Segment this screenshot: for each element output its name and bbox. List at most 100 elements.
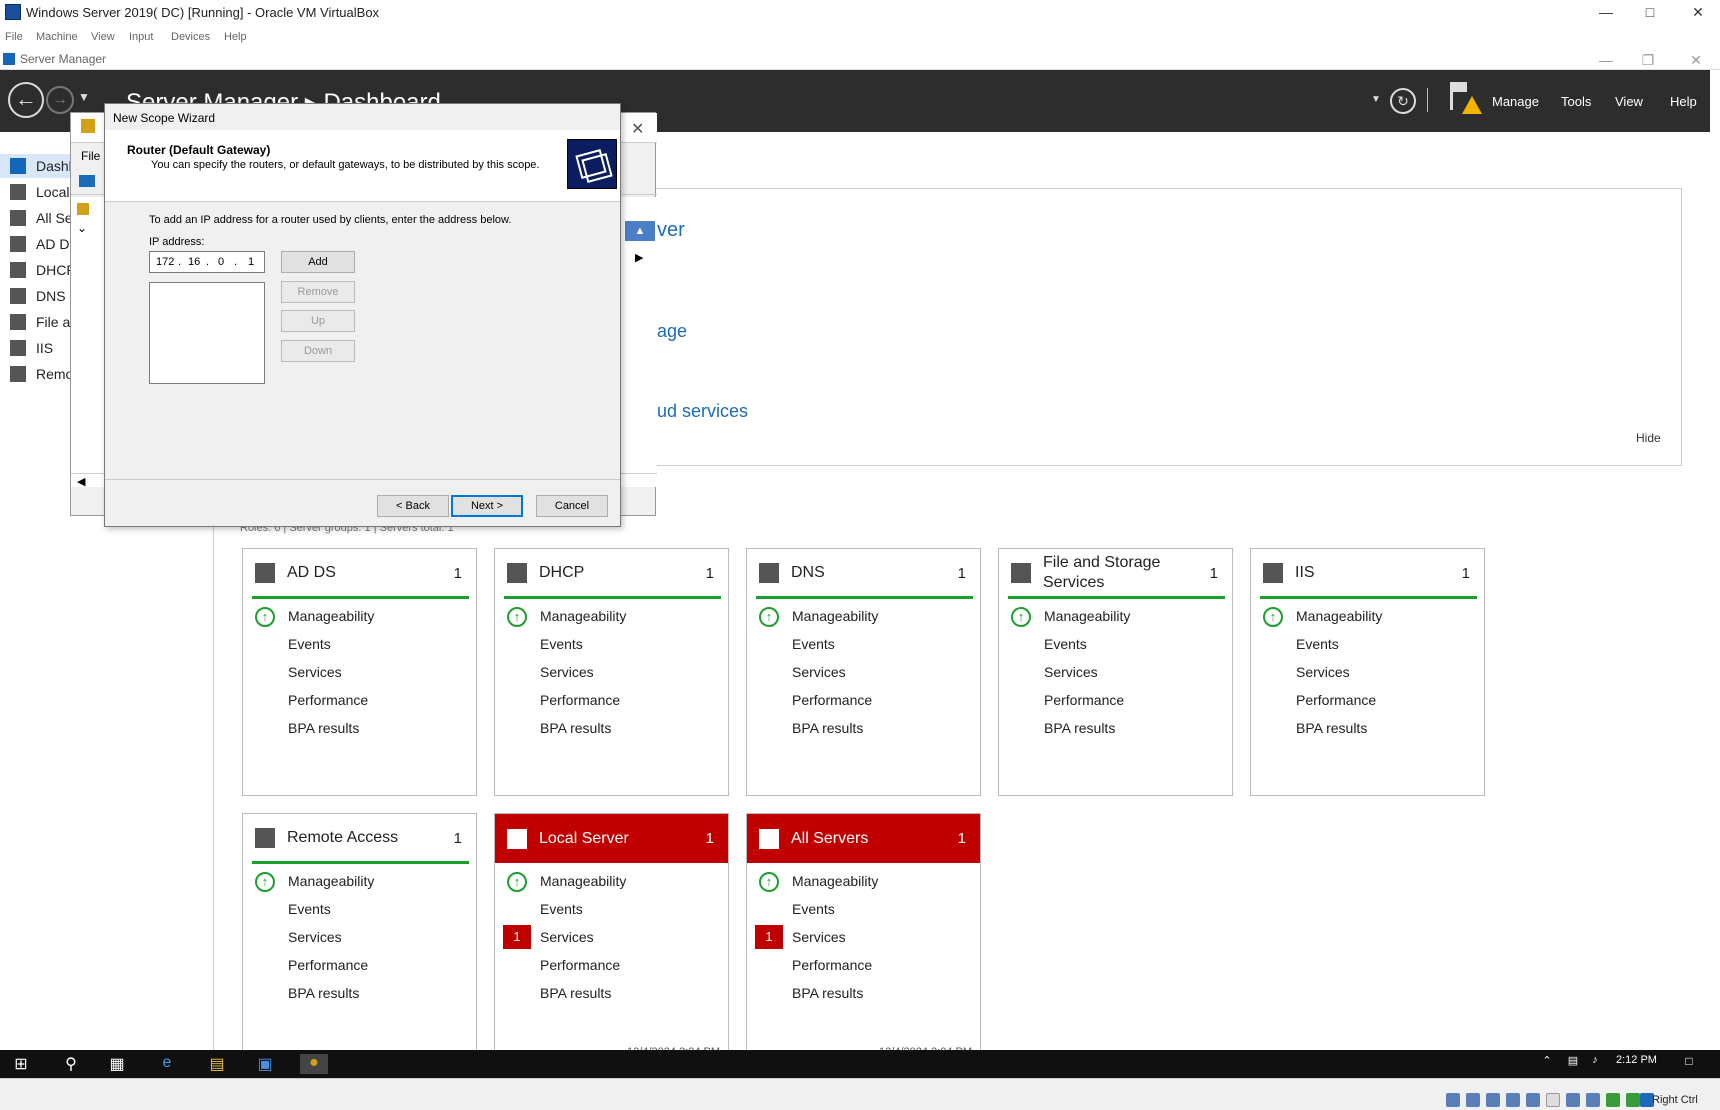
tile-dhcp[interactable]: DHCP 1 Manageability Events Services Performa… xyxy=(494,548,729,796)
tile-row-services[interactable]: Services xyxy=(288,929,342,945)
taskbar-clock[interactable]: 2:12 PM xyxy=(1616,1054,1657,1066)
hide-link[interactable]: Hide xyxy=(1636,431,1661,445)
tile-row-events[interactable]: Events xyxy=(792,636,835,652)
optical-drive-icon[interactable] xyxy=(1466,1093,1480,1107)
file-explorer-icon[interactable]: ▤ xyxy=(206,1054,228,1074)
welcome-link-configure-server[interactable]: ver xyxy=(657,219,685,242)
notification-center-icon[interactable]: □ xyxy=(1678,1054,1700,1074)
tile-row-services[interactable]: Services xyxy=(792,929,846,945)
tile-header[interactable]: DNS 1 xyxy=(747,549,980,597)
usb-icon[interactable] xyxy=(1526,1093,1540,1107)
tile-remote-access[interactable]: Remote Access 1 Manageability Events Service… xyxy=(242,813,477,1061)
tile-dns[interactable]: DNS 1 Manageability Events Services Performan… xyxy=(746,548,981,796)
vbox-menu-help[interactable]: Help xyxy=(224,31,247,43)
up-button[interactable]: Up xyxy=(281,310,355,332)
back-arrow-icon[interactable]: ← xyxy=(8,82,44,118)
tile-header[interactable]: Local Server 1 xyxy=(495,814,728,863)
tile-row-bpa-results[interactable]: BPA results xyxy=(792,720,863,736)
tile-header[interactable]: DHCP 1 xyxy=(495,549,728,597)
help-menu[interactable]: Help xyxy=(1670,94,1697,109)
tile-row-manageability[interactable]: Manageability xyxy=(1044,608,1130,624)
network-icon[interactable]: ▤ xyxy=(1562,1054,1584,1074)
tile-row-performance[interactable]: Performance xyxy=(792,957,872,973)
ip-octet-3[interactable]: 0 xyxy=(218,256,224,268)
welcome-link-manage[interactable]: age xyxy=(657,321,687,342)
services-alert-badge[interactable]: 1 xyxy=(503,925,531,949)
scroll-up-icon[interactable]: ▲ xyxy=(625,221,655,241)
tray-up-icon[interactable]: ⌃ xyxy=(1536,1054,1558,1074)
tile-row-performance[interactable]: Performance xyxy=(1044,692,1124,708)
notifications-flag-icon[interactable] xyxy=(1450,82,1482,114)
tile-row-events[interactable]: Events xyxy=(1296,636,1339,652)
add-button[interactable]: Add xyxy=(281,251,355,273)
refresh-icon[interactable]: ↻ xyxy=(1390,88,1416,114)
close-icon[interactable]: ✕ xyxy=(1688,4,1708,21)
tile-row-performance[interactable]: Performance xyxy=(792,692,872,708)
tile-row-manageability[interactable]: Manageability xyxy=(792,873,878,889)
tile-row-bpa-results[interactable]: BPA results xyxy=(792,985,863,1001)
maximize-icon[interactable]: □ xyxy=(1640,4,1660,20)
cancel-button[interactable]: Cancel xyxy=(536,495,608,517)
tile-row-services[interactable]: Services xyxy=(1296,664,1350,680)
mouse-integration-icon[interactable] xyxy=(1626,1093,1640,1107)
dhcp-menu-file[interactable]: File xyxy=(81,149,100,163)
tile-iis[interactable]: IIS 1 Manageability Events Services Performan… xyxy=(1250,548,1485,796)
forward-arrow-icon[interactable]: → xyxy=(46,86,74,114)
tile-row-services[interactable]: Services xyxy=(792,664,846,680)
tile-row-events[interactable]: Events xyxy=(540,636,583,652)
tile-row-events[interactable]: Events xyxy=(1044,636,1087,652)
manage-menu[interactable]: Manage xyxy=(1492,94,1539,109)
dhcp-close-icon[interactable]: ✕ xyxy=(631,119,644,139)
tile-row-manageability[interactable]: Manageability xyxy=(1296,608,1382,624)
vbox-menu-view[interactable]: View xyxy=(91,31,115,43)
remove-button[interactable]: Remove xyxy=(281,281,355,303)
sm-close-icon[interactable]: ✕ xyxy=(1686,52,1706,69)
tile-row-services[interactable]: Services xyxy=(288,664,342,680)
tile-all-servers[interactable]: All Servers 1 Manageability Events Services P… xyxy=(746,813,981,1061)
sm-restore-icon[interactable]: ❐ xyxy=(1638,52,1658,69)
tile-ad-ds[interactable]: AD DS 1 Manageability Events Services Perform… xyxy=(242,548,477,796)
tile-row-performance[interactable]: Performance xyxy=(288,692,368,708)
tile-row-performance[interactable]: Performance xyxy=(1296,692,1376,708)
display-icon[interactable] xyxy=(1566,1093,1580,1107)
tile-row-performance[interactable]: Performance xyxy=(540,957,620,973)
network-adapter-icon[interactable] xyxy=(1506,1093,1520,1107)
sm-minimize-icon[interactable]: — xyxy=(1596,52,1616,68)
down-button[interactable]: Down xyxy=(281,340,355,362)
recording-icon[interactable] xyxy=(1586,1093,1600,1107)
tile-row-bpa-results[interactable]: BPA results xyxy=(1296,720,1367,736)
tile-row-manageability[interactable]: Manageability xyxy=(540,873,626,889)
tile-header[interactable]: IIS 1 xyxy=(1251,549,1484,597)
tile-row-bpa-results[interactable]: BPA results xyxy=(540,720,611,736)
ip-address-input[interactable]: 172 . 16 . 0 . 1 xyxy=(149,251,265,273)
internet-explorer-icon[interactable]: e xyxy=(156,1054,178,1074)
view-menu[interactable]: View xyxy=(1615,94,1643,109)
tile-local-server[interactable]: Local Server 1 Manageability Events Services… xyxy=(494,813,729,1061)
back-button[interactable]: < Back xyxy=(377,495,449,517)
tile-row-manageability[interactable]: Manageability xyxy=(288,608,374,624)
shared-folders-icon[interactable] xyxy=(1546,1093,1560,1107)
tile-row-manageability[interactable]: Manageability xyxy=(288,873,374,889)
services-alert-badge[interactable]: 1 xyxy=(755,925,783,949)
tile-row-performance[interactable]: Performance xyxy=(540,692,620,708)
vbox-menu-input[interactable]: Input xyxy=(129,31,153,43)
cpu-icon[interactable] xyxy=(1606,1093,1620,1107)
tile-row-bpa-results[interactable]: BPA results xyxy=(1044,720,1115,736)
tile-header[interactable]: File and Storage Services 1 xyxy=(999,549,1232,597)
tile-row-services[interactable]: Services xyxy=(540,664,594,680)
tile-row-events[interactable]: Events xyxy=(288,636,331,652)
tile-header[interactable]: AD DS 1 xyxy=(243,549,476,597)
refresh-dropdown-icon[interactable]: ▼ xyxy=(1371,94,1381,105)
expand-chevron-icon[interactable]: ⌄ xyxy=(77,221,87,235)
tile-row-manageability[interactable]: Manageability xyxy=(540,608,626,624)
tile-row-events[interactable]: Events xyxy=(792,901,835,917)
scroll-left-icon[interactable]: ◀ xyxy=(77,475,85,488)
tile-row-bpa-results[interactable]: BPA results xyxy=(288,985,359,1001)
tile-file-storage[interactable]: File and Storage Services 1 Manageability E… xyxy=(998,548,1233,796)
tile-row-performance[interactable]: Performance xyxy=(288,957,368,973)
audio-icon[interactable] xyxy=(1486,1093,1500,1107)
ip-octet-1[interactable]: 172 xyxy=(156,256,174,268)
hard-disk-icon[interactable] xyxy=(1446,1093,1460,1107)
tile-header[interactable]: Remote Access 1 xyxy=(243,814,476,862)
volume-icon[interactable]: ♪ xyxy=(1584,1054,1606,1074)
